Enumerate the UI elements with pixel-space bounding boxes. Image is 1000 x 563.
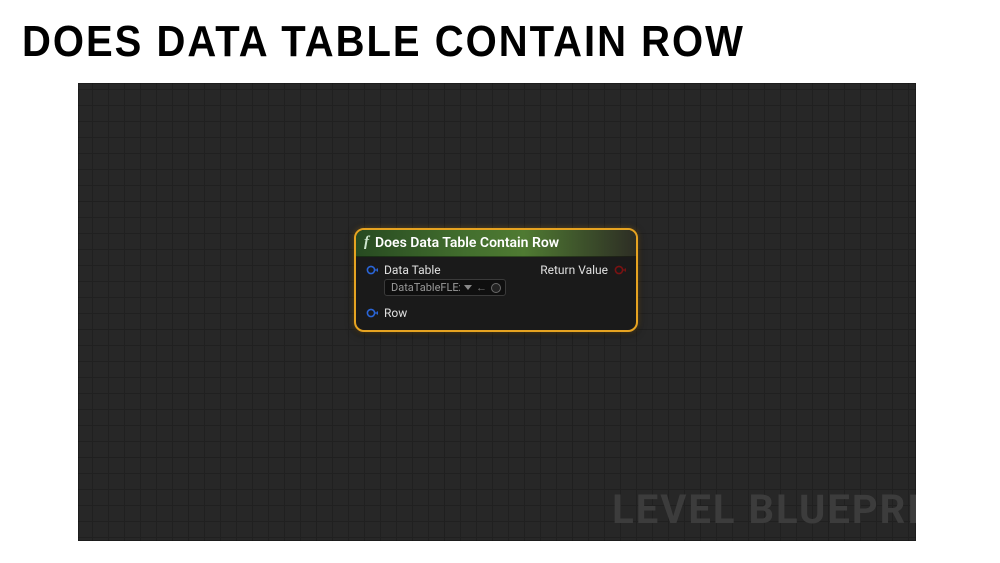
node-header[interactable]: f Does Data Table Contain Row	[356, 230, 636, 257]
use-selected-arrow-icon[interactable]: ←	[476, 282, 487, 293]
node-does-data-table-contain-row[interactable]: f Does Data Table Contain Row	[354, 228, 638, 332]
blueprint-graph-canvas[interactable]: LEVEL BLUEPRI f Does Data Table Contain …	[78, 83, 916, 541]
page-title: DOES DATA TABLE CONTAIN ROW	[22, 18, 745, 67]
output-pin-label: Return Value	[540, 263, 608, 277]
data-table-asset-picker[interactable]: DataTableFLExam ←	[384, 279, 506, 296]
output-pin-return-value[interactable]: Return Value	[540, 263, 626, 277]
pin-socket-icon	[366, 264, 378, 276]
asset-picker-value: DataTableFLExam	[391, 281, 460, 294]
input-pin-row[interactable]: Row	[366, 306, 506, 320]
pin-socket-icon	[614, 264, 626, 276]
browse-asset-icon[interactable]	[491, 283, 501, 293]
chevron-down-icon	[464, 285, 472, 290]
graph-type-watermark: LEVEL BLUEPRI	[612, 486, 916, 533]
function-icon: f	[364, 234, 369, 251]
node-title: Does Data Table Contain Row	[375, 235, 559, 251]
input-pin-data-table[interactable]: Data Table	[366, 263, 506, 277]
input-pin-label: Row	[384, 306, 407, 320]
input-pin-label: Data Table	[384, 263, 441, 277]
pin-socket-icon	[366, 307, 378, 319]
node-body: Data Table DataTableFLExam ←	[356, 257, 636, 330]
